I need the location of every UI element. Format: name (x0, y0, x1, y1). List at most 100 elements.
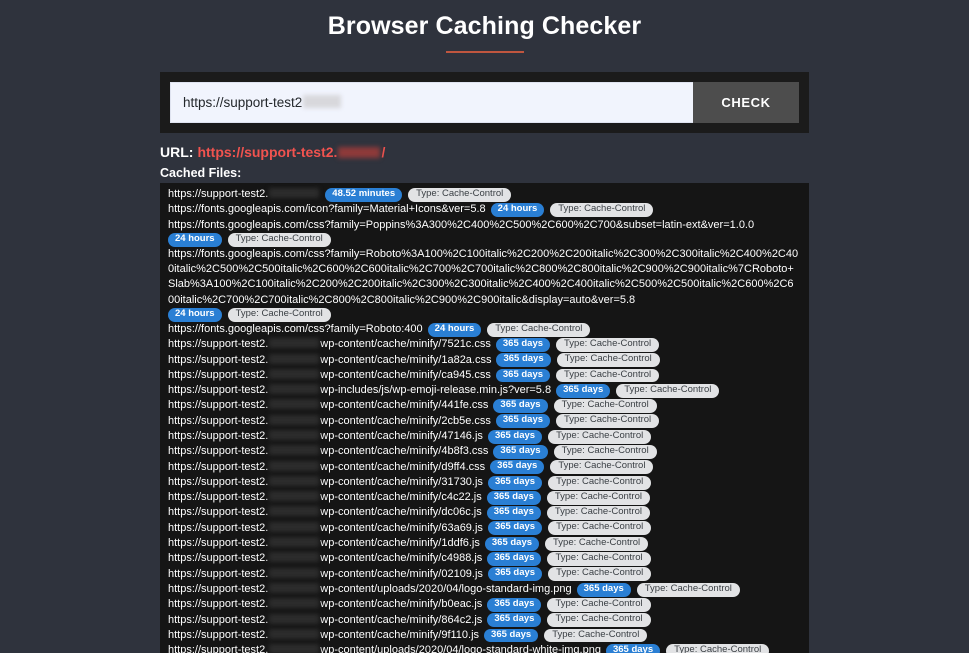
cached-file-url: https://support-test2. wp-content/cache/m… (168, 552, 483, 565)
cached-file-url: https://support-test2. wp-content/cache/m… (168, 368, 491, 381)
cached-file-url: https://fonts.googleapis.com/css?family=… (168, 247, 799, 306)
url-redaction (269, 338, 320, 349)
cache-type-badge: Type: Cache-Control (553, 444, 657, 459)
cache-type-badge: Type: Cache-Control (545, 536, 649, 551)
cache-type-badge: Type: Cache-Control (666, 643, 770, 653)
url-value: https://support-test2. / (197, 144, 385, 160)
cache-duration-badge: 365 days (487, 597, 542, 612)
cached-file-url: https://support-test2. wp-content/cache/m… (168, 445, 489, 458)
check-button[interactable]: CHECK (693, 82, 799, 123)
cached-file-url: https://support-test2. wp-content/cache/m… (168, 567, 483, 580)
url-input[interactable] (170, 82, 693, 123)
cache-duration-badge: 365 days (605, 643, 661, 653)
cache-duration-badge: 24 hours (490, 202, 545, 217)
cache-duration-badge: 365 days (487, 429, 543, 444)
cache-type-badge: Type: Cache-Control (550, 460, 654, 475)
url-redaction (269, 613, 320, 624)
cache-type-badge: Type: Cache-Control (544, 628, 648, 643)
url-redaction (269, 445, 320, 456)
url-redaction (269, 475, 320, 486)
cache-type-badge: Type: Cache-Control (616, 383, 720, 398)
cache-type-badge: Type: Cache-Control (548, 567, 652, 582)
cache-type-badge: Type: Cache-Control (547, 597, 651, 612)
result-url-line: URL: https://support-test2. / (160, 144, 385, 160)
cached-file-row: https://support-test2. wp-content/cache/m… (166, 505, 803, 521)
cache-duration-badge: 48.52 minutes (325, 187, 403, 202)
cached-file-url: https://support-test2. wp-content/cache/m… (168, 475, 483, 488)
url-redaction (269, 399, 320, 410)
cache-duration-badge: 365 days (576, 582, 631, 597)
url-label: URL: (160, 144, 194, 160)
url-redaction (269, 414, 320, 425)
url-redaction (269, 460, 320, 471)
cached-file-url: https://support-test2. wp-content/uploads… (168, 582, 572, 595)
cached-file-row: https://support-test2. wp-content/cache/m… (166, 490, 803, 505)
cached-file-url: https://support-test2. wp-content/cache/m… (168, 506, 482, 519)
url-redaction (269, 384, 320, 395)
title-underline (445, 51, 524, 53)
page-title: Browser Caching Checker (327, 12, 642, 40)
url-redaction (269, 628, 320, 639)
cached-file-row: https://support-test2. wp-includes/js/wp-… (166, 383, 803, 398)
cached-file-row: https://support-test2. wp-content/cache/m… (166, 414, 803, 429)
url-redaction (269, 491, 320, 502)
cached-file-url: https://support-test2. wp-content/cache/m… (168, 491, 482, 504)
cached-file-row: https://support-test2. wp-content/cache/m… (166, 460, 803, 475)
cache-duration-badge: 365 days (484, 536, 540, 551)
cached-file-url: https://support-test2. wp-content/cache/m… (168, 399, 489, 412)
cache-duration-badge: 365 days (493, 399, 548, 414)
cache-duration-badge: 365 days (495, 414, 551, 429)
cache-duration-badge: 24 hours (427, 322, 482, 337)
cached-file-url: https://support-test2. wp-includes/js/wp-… (168, 384, 552, 397)
cached-file-row: https://support-test2. wp-content/cache/m… (166, 429, 803, 444)
url-redaction (269, 368, 320, 379)
cache-type-badge: Type: Cache-Control (546, 490, 650, 505)
cached-file-row: https://support-test2. wp-content/cache/m… (166, 398, 803, 414)
cache-duration-badge: 365 days (486, 490, 541, 505)
cache-type-badge: Type: Cache-Control (556, 368, 660, 383)
cache-duration-badge: 365 days (496, 353, 551, 368)
url-redaction (269, 644, 320, 653)
url-redaction (269, 598, 320, 609)
url-redaction (269, 552, 320, 563)
cache-type-badge: Type: Cache-Control (546, 506, 650, 521)
cache-type-badge: Type: Cache-Control (548, 429, 652, 444)
page-header: Browser Caching Checker (0, 0, 969, 53)
cached-files-list[interactable]: https://support-test2. 48.52 minutes Type:… (160, 183, 809, 653)
cached-file-url: https://fonts.googleapis.com/css?family=… (168, 218, 755, 231)
url-redaction (269, 521, 320, 532)
cache-type-badge: Type: Cache-Control (556, 353, 660, 368)
cached-file-row: https://support-test2. wp-content/cache/m… (166, 521, 803, 536)
cached-file-row: https://support-test2. wp-content/cache/m… (166, 536, 803, 551)
url-redaction (269, 506, 320, 517)
cached-file-row: https://support-test2. wp-content/cache/m… (166, 613, 803, 628)
cache-duration-badge: 365 days (487, 552, 542, 566)
cached-file-row: https://fonts.googleapis.com/icon?family… (166, 202, 803, 217)
cached-file-row: https://fonts.googleapis.com/css?family=… (166, 218, 803, 247)
cache-duration-badge: 24 hours (168, 308, 222, 322)
cache-type-badge: Type: Cache-Control (547, 552, 651, 566)
cached-file-url: https://support-test2. wp-content/cache/m… (168, 537, 480, 550)
cache-type-badge: Type: Cache-Control (636, 582, 740, 597)
cached-file-row: https://support-test2. wp-content/cache/m… (166, 597, 803, 612)
cache-type-badge: Type: Cache-Control (408, 187, 512, 202)
cached-file-row: https://support-test2. wp-content/cache/m… (166, 628, 803, 643)
cache-type-badge: Type: Cache-Control (548, 521, 652, 536)
cached-file-url: https://support-test2. wp-content/cache/m… (168, 598, 483, 611)
cache-duration-badge: 365 days (487, 475, 543, 490)
cached-file-url: https://support-test2. wp-content/cache/m… (168, 613, 483, 626)
cache-type-badge: Type: Cache-Control (556, 337, 660, 352)
cache-type-badge: Type: Cache-Control (227, 308, 331, 322)
cached-file-row: https://support-test2. wp-content/uploads… (166, 643, 803, 653)
cache-duration-badge: 365 days (484, 628, 539, 643)
cached-file-row: https://fonts.googleapis.com/css?family=… (166, 322, 803, 337)
cache-duration-badge: 365 days (493, 444, 548, 459)
cached-file-url: https://support-test2. wp-content/cache/m… (168, 414, 491, 427)
cached-file-row: https://support-test2. wp-content/cache/m… (166, 475, 803, 490)
cached-file-url: https://support-test2. wp-content/cache/m… (168, 353, 492, 366)
cached-file-row: https://support-test2. 48.52 minutes Type:… (166, 187, 803, 202)
cached-file-url: https://support-test2. wp-content/cache/m… (168, 521, 483, 534)
url-redaction (338, 147, 381, 158)
cache-duration-badge: 365 days (490, 460, 545, 475)
cache-type-badge: Type: Cache-Control (550, 202, 654, 217)
